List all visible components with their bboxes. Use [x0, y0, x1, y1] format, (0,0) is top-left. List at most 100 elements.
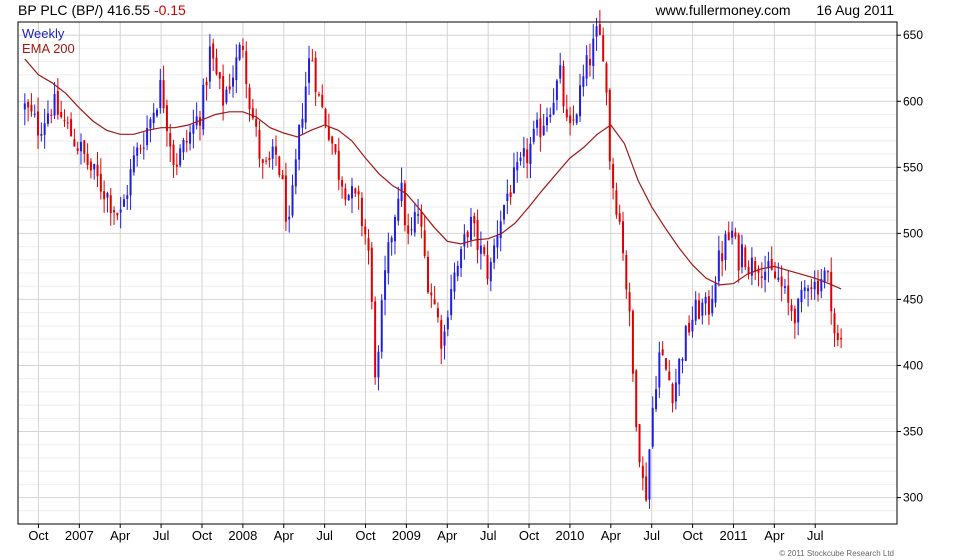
candle-up [764, 271, 767, 280]
candle-down [86, 153, 89, 166]
candle-down [99, 173, 102, 192]
candle-up [93, 163, 96, 170]
candle-up [479, 245, 482, 254]
candle-down [248, 87, 251, 110]
candle-up [512, 167, 515, 194]
candle-up [384, 270, 387, 300]
candle-up [450, 289, 453, 316]
candle-down [466, 231, 469, 238]
candle-down [327, 127, 330, 140]
candle-down [826, 270, 829, 273]
candle-down [334, 144, 337, 153]
candle-up [579, 85, 582, 117]
candle-up [23, 103, 26, 110]
candle-up [493, 245, 496, 263]
candle-up [202, 84, 205, 130]
candle-up [136, 147, 139, 156]
candle-up [350, 186, 353, 199]
candle-down [374, 301, 377, 378]
candle-up [731, 230, 734, 238]
candle-up [655, 389, 658, 410]
candle-up [542, 125, 545, 135]
candle-up [797, 298, 800, 323]
price-chart: 300 350 400 450 500 550 600 650 Oct 2007 Apr Jul Oct… [17, 9, 923, 543]
candle-down [760, 276, 763, 278]
candle-up [499, 221, 502, 239]
candle-down [473, 216, 476, 224]
candle-down [96, 164, 99, 177]
x-tick-label: Oct [355, 528, 376, 543]
candle-up [347, 194, 350, 201]
candle-down [364, 226, 367, 235]
candle-up [648, 449, 651, 500]
candle-up [53, 94, 56, 116]
candle-down [565, 109, 568, 118]
candle-up [545, 117, 548, 126]
x-tick-label: Apr [764, 528, 785, 543]
candle-up [549, 114, 552, 118]
y-tick-label: 650 [903, 28, 923, 42]
candle-down [668, 371, 671, 381]
candle-up [592, 38, 595, 66]
candle-down [278, 156, 281, 176]
candle-up [179, 148, 182, 166]
candle-up [79, 141, 82, 152]
x-tick-label: Jul [480, 528, 497, 543]
candle-down [727, 232, 730, 241]
candle-down [840, 337, 843, 340]
candle-up [390, 237, 393, 243]
candle-down [222, 76, 225, 106]
y-tick-label: 450 [903, 292, 923, 306]
y-tick-label: 500 [903, 226, 923, 240]
candle-down [83, 140, 86, 154]
candle-down [615, 190, 618, 215]
candle-up [529, 143, 532, 164]
candle-down [109, 195, 112, 213]
candle-up [585, 55, 588, 79]
x-tick-label: Jul [153, 528, 170, 543]
candle-down [314, 57, 317, 93]
candle-down [169, 133, 172, 147]
candle-down [641, 465, 644, 479]
candle-up [380, 300, 383, 352]
candle-down [73, 139, 76, 147]
candle-down [337, 150, 340, 180]
candle-down [403, 183, 406, 226]
candle-down [341, 179, 344, 187]
candle-down [436, 308, 439, 318]
candle-down [139, 148, 142, 150]
candle-up [595, 26, 598, 37]
candle-down [420, 211, 423, 227]
candle-down [30, 104, 33, 112]
candle-up [704, 296, 707, 304]
candle-down [427, 256, 430, 293]
candle-up [132, 155, 135, 173]
x-tick-label: 2009 [392, 528, 421, 543]
x-tick-label: Jul [807, 528, 824, 543]
candle-down [787, 285, 790, 303]
candle-down [539, 118, 542, 138]
candle-up [232, 77, 235, 87]
candle-down [588, 58, 591, 66]
candle-down [816, 280, 819, 295]
x-tick-label: Apr [437, 528, 458, 543]
candle-up [195, 116, 198, 126]
candle-down [618, 213, 621, 222]
candle-up [651, 407, 654, 447]
candle-up [582, 76, 585, 88]
x-tick-label: 2007 [65, 528, 94, 543]
candle-up [552, 102, 555, 115]
candle-up [446, 317, 449, 330]
candle-down [212, 43, 215, 59]
candle-up [413, 212, 416, 233]
candle-up [777, 277, 780, 280]
candle-up [225, 89, 228, 103]
candle-up [238, 44, 241, 60]
candle-down [770, 258, 773, 270]
candle-down [354, 188, 357, 194]
candle-down [324, 109, 327, 126]
candle-down [622, 221, 625, 254]
x-tick-label: Apr [110, 528, 131, 543]
candle-up [443, 331, 446, 346]
candle-down [572, 119, 575, 121]
